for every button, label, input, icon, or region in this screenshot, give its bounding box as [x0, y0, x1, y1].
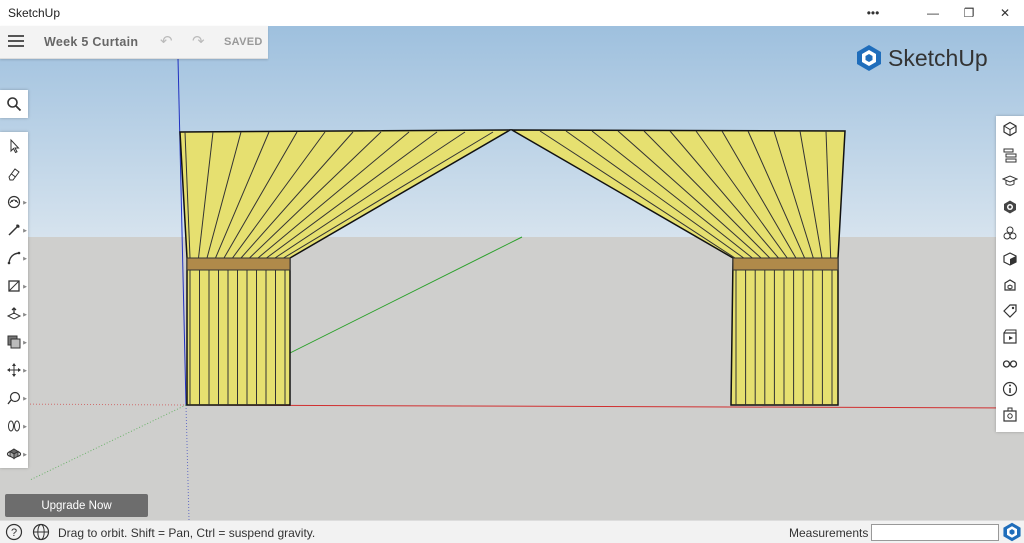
materials-button[interactable]	[996, 194, 1024, 220]
help-icon[interactable]: ?	[5, 523, 23, 541]
status-bar: ? Drag to orbit. Shift = Pan, Ctrl = sus…	[0, 520, 1024, 543]
redo-button[interactable]: ↷	[192, 32, 205, 50]
menu-icon-bar	[8, 45, 24, 47]
tape-measure-icon	[7, 391, 21, 405]
styles-icon	[1003, 252, 1017, 266]
tool-menu-caret: ▶	[23, 284, 27, 290]
tool-menu-caret: ▶	[23, 452, 27, 458]
3d-viewport[interactable]	[0, 26, 1024, 520]
document-bar: Week 5 Curtain ↶ ↷ SAVED	[0, 26, 268, 59]
close-icon: ✕	[999, 6, 1011, 20]
orbit-icon	[6, 448, 22, 460]
save-status: SAVED	[224, 36, 263, 48]
logo-text: SketchUp	[888, 44, 988, 71]
menu-icon-bar	[8, 35, 24, 37]
document-title[interactable]: Week 5 Curtain	[44, 35, 138, 49]
display-button[interactable]	[996, 350, 1024, 376]
scenes-icon	[1003, 329, 1017, 344]
sketchup-badge-icon	[1003, 522, 1021, 542]
sketchup-logo: SketchUp	[856, 44, 988, 72]
upgrade-now-button[interactable]: Upgrade Now	[5, 494, 148, 517]
rectangle-icon	[8, 280, 20, 292]
tool-menu-caret: ▶	[23, 340, 27, 346]
styles-button[interactable]	[996, 246, 1024, 272]
move-tool[interactable]: ▶	[0, 356, 28, 384]
info-button[interactable]	[996, 376, 1024, 402]
tool-menu-caret: ▶	[23, 200, 27, 206]
info-icon	[1002, 381, 1018, 397]
restore-icon: ❐	[963, 6, 975, 20]
right-panel-toolbar	[996, 116, 1024, 432]
sketchup-logo-icon	[857, 45, 881, 71]
line-tool[interactable]: ▶	[0, 216, 28, 244]
left-toolbar: ▶ ▶ ▶ ▶ ▶ ▶ ▶ ▶ ▶ ▶	[0, 132, 28, 468]
tape-measure-tool[interactable]: ▶	[0, 384, 28, 412]
tags-button[interactable]	[996, 298, 1024, 324]
tags-icon	[1003, 304, 1017, 318]
ground	[0, 237, 1024, 520]
search-button[interactable]	[0, 90, 28, 118]
measurements-label: Measurements	[789, 526, 869, 540]
push-pull-icon	[6, 307, 22, 320]
offset-icon	[7, 335, 21, 349]
line-icon	[8, 224, 20, 236]
tool-menu-caret: ▶	[23, 368, 27, 374]
display-icon	[1002, 360, 1018, 368]
instructor-button[interactable]	[996, 168, 1024, 194]
eraser-icon	[8, 168, 20, 181]
app-title: SketchUp	[8, 6, 61, 20]
entity-info-icon	[1003, 121, 1017, 137]
minimize-icon: —	[927, 6, 939, 20]
tool-menu-caret: ▶	[23, 228, 27, 234]
walk-tool[interactable]: ▶	[0, 412, 28, 440]
eraser-tool[interactable]	[0, 160, 28, 188]
walk-icon	[8, 420, 20, 432]
title-bar: SketchUp ••• — ❐ ✕	[0, 0, 1024, 26]
extension-icon	[1003, 407, 1017, 422]
menu-icon-bar	[8, 40, 24, 42]
measurements-input[interactable]	[871, 524, 999, 541]
rectangle-tool[interactable]: ▶	[0, 272, 28, 300]
outliner-icon	[1003, 148, 1017, 163]
select-icon	[10, 138, 20, 154]
arc-tool[interactable]: ▶	[0, 244, 28, 272]
status-message: Drag to orbit. Shift = Pan, Ctrl = suspe…	[58, 526, 316, 540]
paint-bucket-tool[interactable]: ▶	[0, 188, 28, 216]
extension-button[interactable]	[996, 402, 1024, 428]
globe-icon[interactable]	[32, 523, 50, 541]
tool-menu-caret: ▶	[23, 396, 27, 402]
3d-warehouse-icon	[1004, 279, 1016, 291]
offset-tool[interactable]: ▶	[0, 328, 28, 356]
undo-button[interactable]: ↶	[160, 32, 173, 50]
more-options-button[interactable]: •••	[850, 0, 896, 26]
push-pull-tool[interactable]: ▶	[0, 300, 28, 328]
components-icon	[1003, 226, 1017, 240]
tool-menu-caret: ▶	[23, 256, 27, 262]
3d-warehouse-button[interactable]	[996, 272, 1024, 298]
tool-menu-caret: ▶	[23, 312, 27, 318]
components-button[interactable]	[996, 220, 1024, 246]
entity-info-button[interactable]	[996, 116, 1024, 142]
scenes-button[interactable]	[996, 324, 1024, 350]
main-menu-button[interactable]	[6, 32, 26, 52]
help-glyph: ?	[11, 527, 17, 539]
arc-icon	[7, 251, 21, 265]
materials-icon	[1004, 200, 1016, 214]
right-tieback	[732, 257, 839, 271]
close-button[interactable]: ✕	[982, 0, 1024, 26]
search-icon	[7, 97, 22, 112]
orbit-tool[interactable]: ▶	[0, 440, 28, 468]
tool-menu-caret: ▶	[23, 424, 27, 430]
instructor-icon	[1002, 175, 1018, 186]
scene-canvas[interactable]	[0, 26, 1024, 520]
left-tieback	[186, 257, 291, 271]
move-icon	[7, 363, 21, 377]
more-icon: •••	[866, 6, 880, 20]
outliner-button[interactable]	[996, 142, 1024, 168]
select-tool[interactable]	[0, 132, 28, 160]
paint-bucket-icon	[7, 195, 21, 209]
